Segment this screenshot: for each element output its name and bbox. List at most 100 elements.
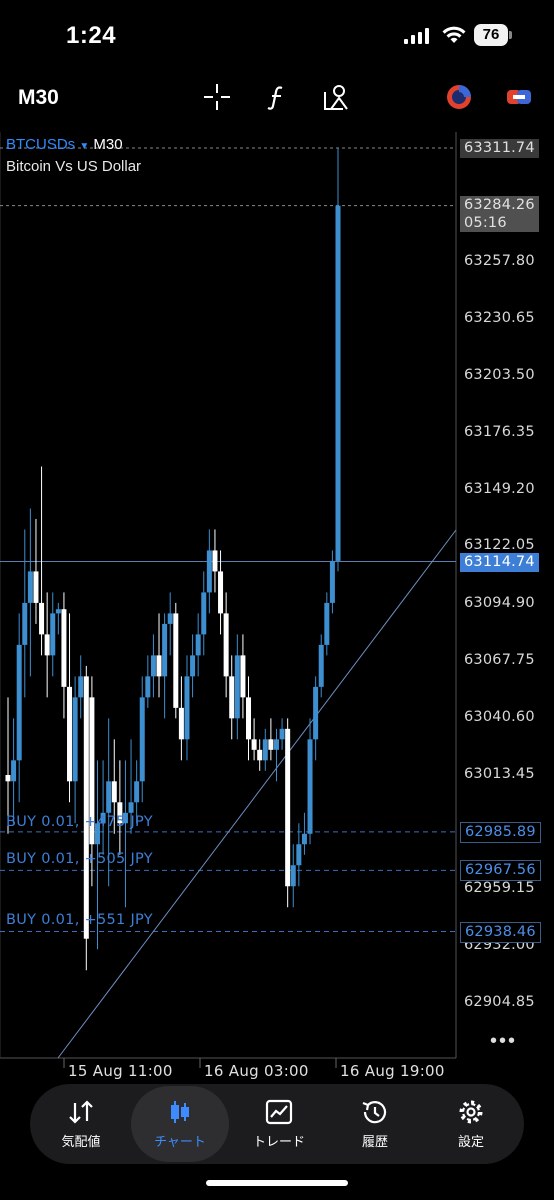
candle-body <box>234 655 240 719</box>
candle-body <box>16 644 22 761</box>
function-icon[interactable] <box>260 80 294 114</box>
price-tick: 63203.50 <box>464 367 535 383</box>
symbol-selector[interactable]: BTCUSDs <box>6 136 75 153</box>
nav-quotes[interactable]: 気配値 <box>32 1084 130 1164</box>
candle-body <box>240 655 246 698</box>
settings-gear-icon <box>459 1100 483 1123</box>
candle-body <box>67 686 73 782</box>
price-tick: 62959.15 <box>464 880 535 896</box>
home-indicator <box>206 1180 348 1186</box>
nav-chart[interactable]: チャート <box>131 1086 229 1162</box>
candle-body <box>61 609 67 687</box>
battery-level: 76 <box>474 24 508 46</box>
nav-label: チャート <box>154 1133 206 1149</box>
more-options-icon[interactable]: ••• <box>490 1030 517 1053</box>
candle-body <box>279 728 285 740</box>
nav-label: トレード <box>252 1133 305 1149</box>
trade-chart-icon <box>265 1099 293 1124</box>
time-tick: 16 Aug 03:00 <box>204 1062 309 1080</box>
candle-body <box>246 697 252 740</box>
trend-line <box>57 529 457 1059</box>
candle-body <box>262 739 268 761</box>
candle-body <box>27 571 33 603</box>
nav-settings[interactable]: 設定 <box>422 1084 520 1164</box>
candle-body <box>106 781 112 813</box>
candle-body <box>150 655 156 677</box>
candle-body <box>139 697 145 782</box>
order-price-label[interactable]: 62985.89 <box>460 822 541 843</box>
candle-body <box>229 676 235 719</box>
objects-icon[interactable] <box>320 80 354 114</box>
candle-body <box>329 560 335 603</box>
candle-body <box>22 602 28 645</box>
candle-body <box>190 655 196 677</box>
price-tick: 63094.90 <box>464 595 535 611</box>
candle-body <box>11 760 17 782</box>
candle-body <box>78 676 84 698</box>
price-tick: 63122.05 <box>464 537 535 553</box>
chart-candles-icon <box>171 1100 189 1123</box>
price-tick: 63257.80 <box>464 253 535 269</box>
candle-body <box>201 592 207 635</box>
order-label[interactable]: BUY 0.01, +475 JPY <box>6 814 153 830</box>
candle-body <box>212 550 218 572</box>
candle-body <box>318 644 324 687</box>
high-price-label: 63311.74 <box>460 139 539 158</box>
chart-symbol-header: BTCUSDs ▼ M30 <box>6 136 123 153</box>
candle-body <box>251 739 257 750</box>
candle-body <box>128 802 134 813</box>
price-tick: 63149.20 <box>464 481 535 497</box>
nav-label: 履歴 <box>361 1133 388 1149</box>
candle-body <box>290 865 296 887</box>
status-time: 1:24 <box>66 22 117 49</box>
order-price-label[interactable]: 62938.46 <box>460 922 541 943</box>
bar-countdown: 05:16 <box>464 215 507 231</box>
candle-body <box>72 697 78 782</box>
candle-body <box>335 205 341 561</box>
candle-body <box>39 602 45 635</box>
crosshair-icon[interactable] <box>200 80 234 114</box>
candle-body <box>285 728 291 887</box>
order-price-label[interactable]: 62967.56 <box>460 860 541 881</box>
symbol-description: Bitcoin Vs US Dollar <box>6 158 142 175</box>
trading-signals-icon[interactable] <box>442 80 476 114</box>
link-icon[interactable] <box>502 80 536 114</box>
candle-body <box>257 749 263 761</box>
time-tick: 16 Aug 19:00 <box>340 1062 445 1080</box>
candle-body <box>218 571 224 614</box>
nav-trade[interactable]: トレード <box>230 1084 328 1164</box>
candle-body <box>324 602 330 645</box>
chart-timeframe: M30 <box>93 136 123 153</box>
candle-body <box>195 634 201 656</box>
candle-body <box>50 613 56 656</box>
history-clock-icon <box>362 1100 387 1123</box>
candle-body <box>307 739 313 834</box>
candle-body <box>145 676 151 698</box>
bid-price-label: 63114.74 <box>460 553 539 572</box>
candle-body <box>156 655 162 677</box>
battery-cap <box>509 31 512 39</box>
nav-label: 気配値 <box>61 1133 101 1149</box>
price-tick: 63230.65 <box>464 310 535 326</box>
candle-body <box>178 707 184 740</box>
current-price-label: 63284.26 05:16 <box>460 196 539 232</box>
candle-body <box>268 739 274 750</box>
candle-body <box>273 739 279 750</box>
candle-body <box>223 613 229 677</box>
candle-body <box>83 676 89 939</box>
price-tick: 63176.35 <box>464 424 535 440</box>
candle-body <box>167 613 173 624</box>
bottom-navigation: 気配値 チャート トレード 履歴 設定 <box>30 1084 524 1164</box>
price-tick: 63013.45 <box>464 766 535 782</box>
order-label[interactable]: BUY 0.01, +505 JPY <box>6 851 153 867</box>
timeframe-selector[interactable]: M30 <box>18 86 59 110</box>
cellular-signal-icon <box>404 28 430 49</box>
price-tick: 62904.85 <box>464 994 535 1010</box>
candle-body <box>134 781 140 803</box>
quotes-arrows-icon <box>69 1099 93 1124</box>
nav-history[interactable]: 履歴 <box>326 1084 424 1164</box>
price-tick: 63040.60 <box>464 709 535 725</box>
candle-body <box>206 550 212 593</box>
order-label[interactable]: BUY 0.01, +551 JPY <box>6 912 153 928</box>
chevron-down-icon[interactable]: ▼ <box>79 141 89 152</box>
